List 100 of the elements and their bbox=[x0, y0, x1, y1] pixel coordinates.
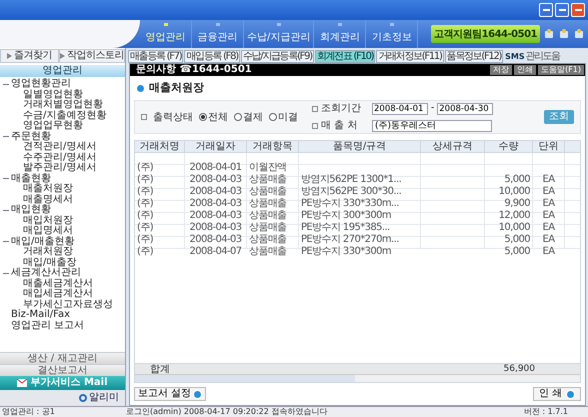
radio-option[interactable]: 미결 bbox=[269, 110, 298, 124]
function-tab[interactable]: 품목정보(F12) bbox=[444, 50, 504, 63]
table-cell: EA bbox=[542, 174, 554, 185]
table-cell: 상품매출 bbox=[249, 174, 287, 185]
table-cell: 상품매출 bbox=[249, 234, 287, 245]
checkbox-icon bbox=[312, 122, 318, 128]
tree-item[interactable]: 매입세금계산서 bbox=[23, 289, 93, 300]
tree-item[interactable]: 영업관리 보고서 bbox=[11, 320, 84, 331]
status-version: 버전 : 1.7.1 bbox=[524, 408, 569, 416]
table-cell: 상품매출 bbox=[249, 186, 287, 197]
function-tab[interactable]: 매입등록 (F8) bbox=[184, 50, 240, 63]
total-quantity: 56,900 bbox=[502, 364, 535, 375]
checkbox-icon bbox=[141, 114, 147, 120]
table-cell: 방염지562PE 1300*1... bbox=[301, 174, 402, 185]
function-tab[interactable]: 수납/지급등록(F9) bbox=[240, 50, 314, 63]
tree-item[interactable]: 매출현황 bbox=[11, 174, 51, 184]
column-header[interactable]: 품목명/규격 bbox=[299, 141, 421, 152]
print-button[interactable]: 인 쇄 bbox=[532, 387, 581, 401]
tree-item[interactable]: 수금/지출예정현황 bbox=[23, 110, 106, 121]
radio-option[interactable]: 전체 bbox=[199, 110, 228, 124]
table-cell: 상품매출 bbox=[249, 198, 287, 209]
customer-field[interactable]: (주)동우레스터 bbox=[372, 120, 492, 132]
tree-item[interactable]: 수주관리/명세서 bbox=[23, 152, 96, 163]
tree-item[interactable]: 매출처원장 bbox=[23, 184, 73, 194]
close-icon[interactable] bbox=[571, 3, 585, 17]
tree-item[interactable]: 부가세신고자료생성 bbox=[23, 300, 113, 310]
section-button[interactable]: 결산보고서 bbox=[0, 364, 125, 376]
column-header[interactable]: 단위 bbox=[533, 141, 565, 152]
status-user: 영업관리 : 공1 bbox=[1, 408, 56, 416]
toolbar-button[interactable]: 인쇄 bbox=[514, 65, 536, 75]
tree-item[interactable]: 주문현황 bbox=[11, 132, 51, 142]
tree-item[interactable]: 일별영업현황 bbox=[23, 90, 83, 100]
tree-item[interactable]: 거래처원장 bbox=[23, 247, 73, 258]
column-header[interactable]: 거래처명 bbox=[135, 141, 185, 152]
hotline-button[interactable]: 고객지원팀1644-0501 bbox=[431, 25, 540, 43]
column-header[interactable]: 상세규격 bbox=[421, 141, 485, 152]
tree-item[interactable]: 견적관리/명세서 bbox=[23, 142, 96, 152]
function-tab[interactable]: 매출등록 (F7) bbox=[128, 50, 184, 63]
section-button[interactable]: 생산 / 재고관리 bbox=[0, 352, 125, 364]
table-cell: 9,900 bbox=[504, 198, 530, 209]
tree-item[interactable]: 매입현황 bbox=[11, 205, 51, 216]
notice-text: 문의사항 ☎1644-0501 bbox=[135, 65, 252, 75]
tree-item[interactable]: 세금계산서관리 bbox=[11, 268, 81, 278]
date-from-field[interactable]: 2008-04-01 bbox=[372, 102, 428, 114]
table-cell: (주) bbox=[137, 198, 154, 209]
table-cell: 2008-04-03 bbox=[189, 210, 242, 221]
table-cell: 상품매출 bbox=[249, 210, 287, 221]
table-cell: 2008-04-03 bbox=[189, 222, 242, 233]
tree-item[interactable]: 매입명세서 bbox=[23, 226, 73, 236]
radio-icon[interactable] bbox=[234, 113, 242, 121]
table-cell: PE방수지 270*270m... bbox=[301, 234, 399, 245]
table-cell: 2008-04-03 bbox=[189, 198, 242, 209]
horizontal-scrollbar[interactable] bbox=[135, 374, 580, 382]
tree-item[interactable]: 발주관리/명세서 bbox=[23, 163, 96, 174]
tree-item[interactable]: Biz-Mail/Fax bbox=[11, 310, 70, 320]
tree-item[interactable]: 매입/매출장 bbox=[23, 258, 76, 268]
title-bullet-icon bbox=[136, 84, 145, 92]
alarm-button[interactable]: 알리미 bbox=[79, 393, 119, 403]
toolbar-button[interactable]: 도움말(F1) bbox=[538, 65, 584, 75]
table-cell: EA bbox=[542, 234, 554, 245]
table-cell: 2008-04-07 bbox=[189, 246, 242, 257]
table-cell: 2008-04-03 bbox=[189, 234, 242, 245]
sidebar-tab[interactable]: 작업히스토리 bbox=[59, 49, 125, 63]
function-tab[interactable]: 회계전표 (F10) bbox=[314, 50, 376, 63]
sms-link[interactable]: SMS bbox=[505, 50, 525, 63]
tree-item[interactable]: 매출세금계산서 bbox=[23, 278, 93, 289]
play-icon bbox=[7, 53, 12, 59]
radio-option[interactable]: 결제 bbox=[234, 110, 263, 124]
table-cell: 2008-04-03 bbox=[189, 186, 242, 197]
table-cell: 방염지562PE 300*30... bbox=[301, 186, 402, 197]
table-cell: (주) bbox=[137, 234, 154, 245]
table-cell: (주) bbox=[137, 186, 154, 197]
tree-item[interactable]: 매입/매출현황 bbox=[11, 236, 74, 247]
table-cell: 10,000 bbox=[498, 222, 530, 233]
toolbar-button[interactable]: 저장 bbox=[490, 65, 512, 75]
table-cell: (주) bbox=[137, 174, 154, 185]
tree-item[interactable]: 매입처원장 bbox=[23, 216, 73, 226]
table-cell: PE방수지 330*330m... bbox=[301, 198, 399, 209]
table-cell: PE방수지 300*300m bbox=[301, 210, 392, 221]
tree-item[interactable]: 영업업무현황 bbox=[23, 121, 83, 132]
tree-item[interactable]: 거래처별영업현황 bbox=[23, 100, 103, 110]
tree-item[interactable]: 영업현황관리 bbox=[11, 79, 71, 90]
function-tab[interactable]: 거래처정보(F11) bbox=[376, 50, 444, 63]
minimize-icon[interactable] bbox=[539, 3, 553, 17]
sidebar-tab[interactable]: 즐겨찾기 bbox=[0, 49, 59, 63]
table-cell: EA bbox=[542, 246, 554, 257]
table-cell: (주) bbox=[137, 210, 154, 221]
table-cell: 2008-04-03 bbox=[189, 174, 242, 185]
radio-icon[interactable] bbox=[269, 113, 277, 121]
radio-icon[interactable] bbox=[199, 113, 207, 121]
column-header[interactable]: 거래일자 bbox=[185, 141, 247, 152]
tree-item[interactable]: 매출명세서 bbox=[23, 194, 73, 205]
table-cell: 상품매출 bbox=[249, 246, 287, 257]
date-to-field[interactable]: 2008-04-30 bbox=[437, 102, 494, 114]
report-settings-button[interactable]: 보고서 설정 bbox=[134, 387, 206, 401]
page-title: 매출처원장 bbox=[149, 80, 204, 96]
table-cell: (주) bbox=[137, 162, 154, 173]
column-header[interactable]: 거래항목 bbox=[247, 141, 299, 152]
column-header[interactable]: 수량 bbox=[485, 141, 533, 152]
help-link[interactable]: 관리도움 bbox=[526, 50, 560, 63]
